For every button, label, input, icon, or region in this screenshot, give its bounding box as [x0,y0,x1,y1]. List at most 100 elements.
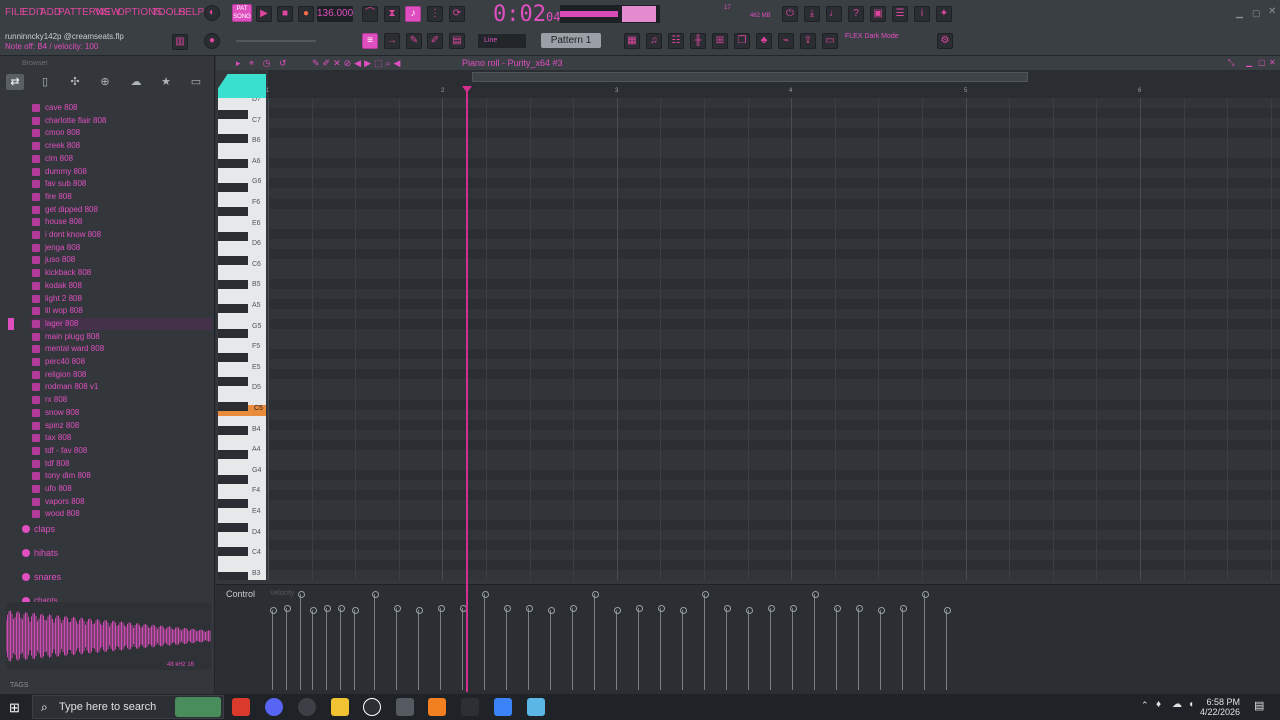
fl-studio-icon[interactable] [428,698,446,716]
velocity-bar[interactable] [614,607,621,690]
horizontal-scrollbar[interactable] [472,72,1028,82]
black-key[interactable] [218,328,248,338]
black-key[interactable] [218,182,248,192]
key-label-c4[interactable]: C4 [252,549,261,556]
key-label-d5[interactable]: D5 [252,384,261,391]
black-key[interactable] [218,425,248,435]
velocity-bar[interactable] [284,605,291,690]
black-key[interactable] [218,377,248,387]
velocity-bar[interactable] [526,605,533,690]
control-label[interactable]: Control [226,589,255,599]
key-label-f4[interactable]: F4 [252,487,260,494]
key-label-b4[interactable]: B4 [252,426,261,433]
velocity-bar[interactable] [570,605,577,690]
notifications-icon[interactable]: ▤ [1254,699,1264,712]
browser-item[interactable]: cmon 808 [30,127,80,139]
key-label-d6[interactable]: D6 [252,240,261,247]
tray-mic-icon[interactable]: ♦ [1156,699,1161,710]
velocity-bar[interactable] [338,605,345,690]
key-label-e4[interactable]: E4 [252,508,261,515]
browser-folder-icon[interactable]: ▭ [187,74,205,90]
browser-icon[interactable]: ⊞ [712,33,728,49]
key-label-b5[interactable]: B5 [252,281,261,288]
mixer-icon[interactable]: ╫ [690,33,706,49]
key-label-a6[interactable]: A6 [252,158,261,165]
browser-back-icon[interactable]: ⇄ [6,74,24,90]
tags-label[interactable]: TAGS [10,682,29,689]
media-player-icon[interactable] [363,698,381,716]
browser-item[interactable]: kodak 808 [30,280,82,292]
browser-item[interactable]: tdf 808 [30,458,69,470]
tool-draw-icon[interactable]: ≡ [362,33,378,49]
black-key[interactable] [218,523,248,533]
channel-rack-icon[interactable]: ☰ [892,6,908,22]
mic-icon[interactable]: ♩ [826,6,842,22]
play-button[interactable]: ▶ [256,6,272,22]
download-icon[interactable]: ⤓ [804,6,820,22]
browser-item[interactable]: lil wop 808 [30,305,83,317]
browser-item[interactable]: snow 808 [30,407,79,419]
plugin-icon[interactable]: ▣ [870,6,886,22]
loop-record-icon[interactable]: ⟳ [449,6,465,22]
windows-start-icon[interactable]: ⊞ [9,700,20,716]
pr-maximize-icon[interactable]: ▢ [1258,58,1266,67]
app2-icon[interactable] [494,698,512,716]
black-key[interactable] [218,231,248,241]
velocity-bar[interactable] [856,605,863,690]
velocity-bar[interactable] [900,605,907,690]
browser-file-icon[interactable]: ▯ [36,74,54,90]
arrow-right-icon[interactable]: → [384,33,400,49]
browser-item[interactable]: rx 808 [30,394,67,406]
key-scroll-indicator[interactable] [218,74,266,98]
black-key[interactable] [218,304,248,314]
key-label-f5[interactable]: F5 [252,343,260,350]
taskbar-search[interactable]: ⌕ Type here to search [32,695,224,719]
stamp-icon[interactable]: ▤ [449,33,465,49]
share-icon[interactable]: ⇪ [800,33,816,49]
maximize-icon[interactable]: ▢ [1252,8,1261,19]
piano-roll-edit-tools-icon[interactable]: ✎✐✕⊘◀▶⬚⌕◀ [312,58,403,69]
black-key[interactable] [218,571,248,580]
browser-item[interactable]: fav sub 808 [30,178,86,190]
black-key[interactable] [218,280,248,290]
browser-item[interactable]: lager 808 [30,317,212,330]
velocity-bar[interactable] [878,607,885,690]
velocity-bar[interactable] [482,591,489,690]
browser-item[interactable]: light 2 808 [30,293,82,305]
key-label-d7[interactable]: D7 [252,98,261,103]
info-icon[interactable]: i [914,6,930,22]
browser-star-icon[interactable]: ★ [157,74,175,90]
control-target[interactable]: Velocity [270,590,294,597]
power-icon[interactable]: ⏻ [782,6,798,22]
brave-browser-icon[interactable] [232,698,250,716]
velocity-bar[interactable] [922,591,929,690]
velocity-bar[interactable] [658,605,665,690]
step-edit-icon[interactable]: ⋮ [427,6,443,22]
app-icon[interactable] [396,698,414,716]
black-key[interactable] [218,474,248,484]
folder-hihats[interactable]: hihats [22,546,58,560]
velocity-bar[interactable] [636,605,643,690]
velocity-bar[interactable] [746,607,753,690]
velocity-bar[interactable] [352,607,359,690]
browser-item[interactable]: rodman 808 v1 [30,381,98,393]
note-grid[interactable] [268,98,1280,580]
timeline-ruler[interactable]: 1 2 3 4 5 6 [266,70,1280,98]
folder-claps[interactable]: claps [22,522,55,536]
browser-item[interactable]: tony dim 808 [30,470,91,482]
key-label-d4[interactable]: D4 [252,529,261,536]
pr-resize-icon[interactable]: ⤡ [1228,58,1234,68]
minimize-icon[interactable]: ▁ [1236,8,1243,19]
browser-item[interactable]: dummy 808 [30,166,87,178]
key-label-e6[interactable]: E6 [252,220,261,227]
key-label-f6[interactable]: F6 [252,199,260,206]
browser-cloud-icon[interactable]: ☁ [127,74,145,90]
pencil-icon[interactable]: ✎ [406,33,422,49]
black-key[interactable] [218,401,248,411]
piano-icon[interactable]: ▥ [172,34,188,50]
key-label-g4[interactable]: G4 [252,467,261,474]
velocity-bar[interactable] [834,605,841,690]
bookmark-icon[interactable]: ❐ [734,33,750,49]
browser-item[interactable]: tdf - fav 808 [30,445,87,457]
browser-item[interactable]: mental ward 808 [30,343,104,355]
